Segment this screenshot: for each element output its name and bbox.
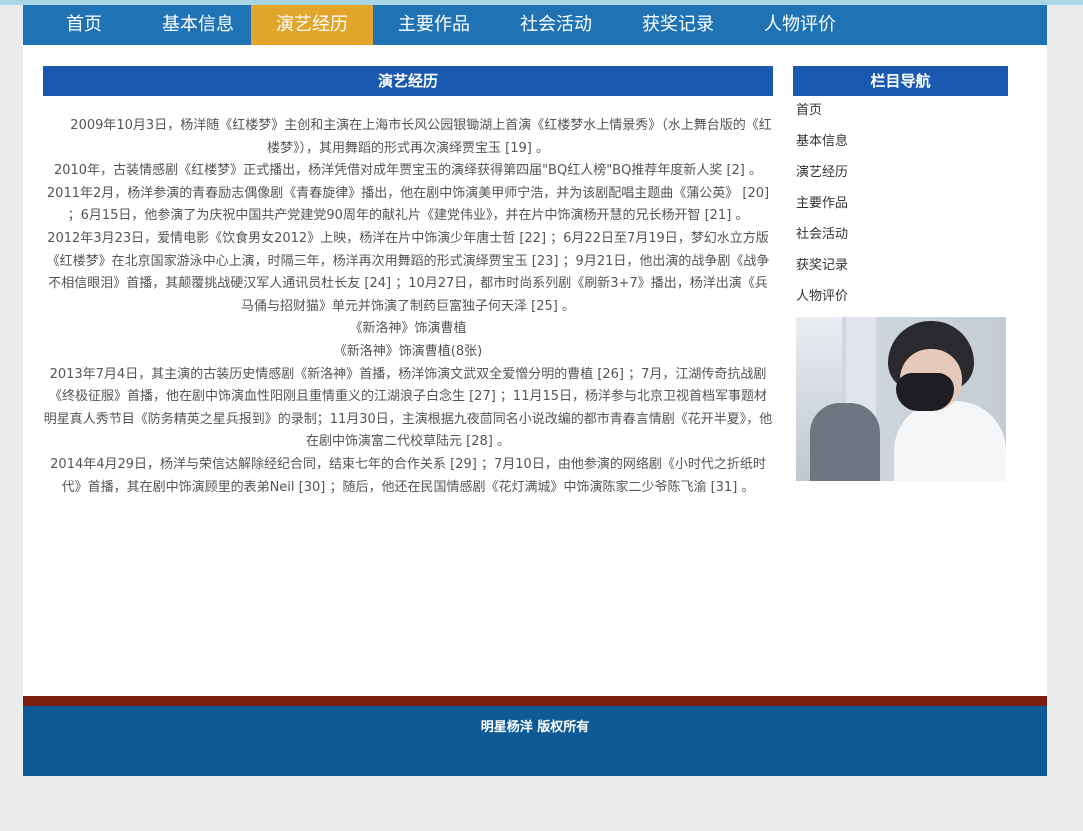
sidebar-item-awards[interactable]: 获奖记录 bbox=[793, 255, 1008, 286]
main-content: 演艺经历 2009年10月3日，杨洋随《红楼梦》主创和主演在上海市长风公园银锄湖… bbox=[43, 66, 773, 499]
sidebar-item-home[interactable]: 首页 bbox=[793, 100, 1008, 131]
sidebar-item-social[interactable]: 社会活动 bbox=[793, 224, 1008, 255]
article-paragraph: 2012年3月23日，爱情电影《饮食男女2012》上映，杨洋在片中饰演少年唐士哲… bbox=[46, 230, 770, 314]
sidebar-title: 栏目导航 bbox=[793, 66, 1008, 96]
sidebar-menu: 首页 基本信息 演艺经历 主要作品 社会活动 获奖记录 人物评价 bbox=[793, 100, 1008, 317]
section-title: 演艺经历 bbox=[43, 66, 773, 96]
nav-item-social[interactable]: 社会活动 bbox=[495, 5, 617, 45]
gallery-link[interactable]: 《新洛神》饰演曹植(8张) bbox=[43, 341, 773, 364]
nav-item-reviews[interactable]: 人物评价 bbox=[739, 5, 861, 45]
sidebar-item-works[interactable]: 主要作品 bbox=[793, 193, 1008, 224]
nav-item-basic-info[interactable]: 基本信息 bbox=[145, 5, 251, 45]
article-paragraph: 2010年，古装情感剧《红楼梦》正式播出，杨洋凭借对成年贾宝玉的演绎获得第四届"… bbox=[53, 163, 763, 179]
article-body: 2009年10月3日，杨洋随《红楼梦》主创和主演在上海市长风公园银锄湖上首演《红… bbox=[43, 115, 773, 499]
sidebar: 栏目导航 首页 基本信息 演艺经历 主要作品 社会活动 获奖记录 人物评价 bbox=[793, 66, 1008, 481]
portrait-photo bbox=[796, 317, 1006, 481]
article-paragraph: 2013年7月4日，其主演的古装历史情感剧《新洛神》首播，杨洋饰演文武双全爱憎分… bbox=[43, 366, 773, 450]
sidebar-item-reviews[interactable]: 人物评价 bbox=[793, 286, 1008, 317]
nav-item-works[interactable]: 主要作品 bbox=[373, 5, 495, 45]
sidebar-item-career[interactable]: 演艺经历 bbox=[793, 162, 1008, 193]
footer-accent-bar bbox=[23, 696, 1047, 706]
nav-item-home[interactable]: 首页 bbox=[23, 5, 145, 45]
copyright-text: 明星杨洋 版权所有 bbox=[480, 720, 590, 735]
footer: 明星杨洋 版权所有 bbox=[23, 706, 1047, 776]
nav-item-career[interactable]: 演艺经历 bbox=[251, 5, 373, 45]
nav-item-awards[interactable]: 获奖记录 bbox=[617, 5, 739, 45]
main-nav: 首页 基本信息 演艺经历 主要作品 社会活动 获奖记录 人物评价 bbox=[23, 5, 1047, 45]
sidebar-item-basic-info[interactable]: 基本信息 bbox=[793, 131, 1008, 162]
article-paragraph: 2011年2月，杨洋参演的青春励志偶像剧《青春旋律》播出，他在剧中饰演美甲师宁浩… bbox=[46, 185, 770, 224]
article-paragraph: 2009年10月3日，杨洋随《红楼梦》主创和主演在上海市长风公园银锄湖上首演《红… bbox=[70, 118, 772, 156]
image-caption: 《新洛神》饰演曹植 bbox=[349, 321, 467, 337]
page-wrapper: 首页 基本信息 演艺经历 主要作品 社会活动 获奖记录 人物评价 演艺经历 20… bbox=[23, 5, 1047, 776]
article-paragraph: 2014年4月29日，杨洋与荣信达解除经纪合同，结束七年的合作关系 [29] ；… bbox=[50, 456, 766, 495]
